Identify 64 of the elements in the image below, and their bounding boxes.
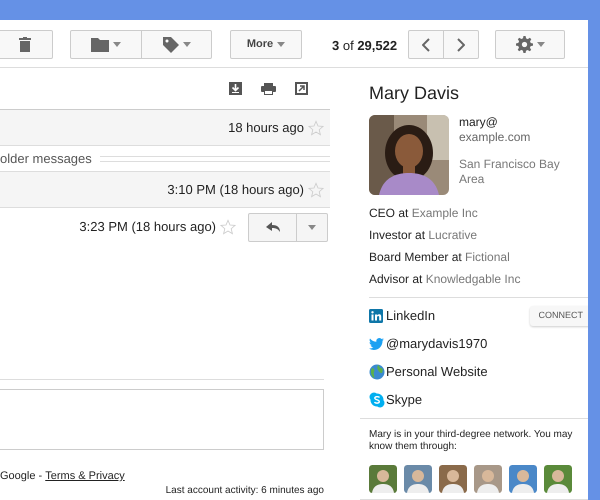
download-icon bbox=[229, 82, 242, 95]
message-header[interactable]: 18 hours ago bbox=[0, 110, 330, 146]
globe-icon bbox=[369, 364, 385, 380]
new-window-icon bbox=[295, 82, 308, 95]
avatar[interactable] bbox=[369, 465, 397, 493]
avatar[interactable] bbox=[439, 465, 467, 493]
organization-link[interactable]: Knowledgable Inc bbox=[426, 272, 520, 286]
avatar[interactable] bbox=[404, 465, 432, 493]
organization-link[interactable]: Fictional bbox=[465, 250, 510, 264]
older-messages-link[interactable]: older messages bbox=[0, 148, 92, 168]
settings-button[interactable] bbox=[495, 30, 565, 59]
avatar[interactable] bbox=[474, 465, 502, 493]
profile-link[interactable]: Skype bbox=[386, 390, 588, 410]
role-text: Advisor at Knowledgable Inc bbox=[369, 271, 522, 287]
linkedin-icon bbox=[369, 309, 383, 323]
skype-icon bbox=[369, 392, 385, 408]
message-time: 18 hours ago bbox=[228, 118, 304, 137]
caret-icon bbox=[113, 42, 121, 47]
avatar[interactable] bbox=[509, 465, 537, 493]
caret-icon bbox=[277, 42, 286, 47]
folder-icon bbox=[91, 38, 109, 52]
reply-button[interactable] bbox=[248, 212, 297, 242]
terms-link[interactable]: Terms & Privacy bbox=[45, 468, 125, 484]
print-icon bbox=[261, 82, 276, 94]
organization-link[interactable]: Example Inc bbox=[412, 206, 478, 220]
message-header[interactable]: 3:10 PM (18 hours ago) bbox=[0, 172, 330, 208]
caret-icon bbox=[536, 42, 544, 47]
caret-icon bbox=[182, 42, 190, 47]
more-options-button[interactable] bbox=[297, 212, 328, 242]
more-button[interactable]: More bbox=[230, 30, 302, 59]
reply-icon bbox=[266, 222, 280, 232]
trash-icon bbox=[18, 37, 30, 52]
avatar[interactable] bbox=[544, 465, 572, 493]
profile-link[interactable]: Personal Website bbox=[386, 362, 588, 382]
star-icon[interactable] bbox=[308, 182, 324, 198]
email-domain: example.com bbox=[459, 130, 532, 145]
account-activity-text: Last account activity: 6 minutes ago bbox=[166, 484, 324, 496]
chevron-right-icon bbox=[457, 38, 465, 52]
bird-icon bbox=[369, 338, 384, 350]
organization-link[interactable]: Lucrative bbox=[428, 228, 478, 242]
star-icon[interactable] bbox=[220, 219, 236, 235]
next-button[interactable] bbox=[444, 30, 479, 59]
label-button[interactable] bbox=[142, 30, 212, 59]
role-text: Board Member at Fictional bbox=[369, 249, 511, 265]
move-button[interactable] bbox=[70, 30, 142, 59]
footer-text: Google - bbox=[0, 469, 44, 484]
profile-link[interactable]: @marydavis1970 bbox=[386, 334, 588, 354]
chevron-left-icon bbox=[422, 38, 430, 52]
star-icon[interactable] bbox=[308, 120, 324, 136]
profile-link[interactable]: LinkedIn bbox=[386, 306, 530, 326]
contact-name: Mary Davis bbox=[369, 82, 460, 105]
message-time: 3:10 PM (18 hours ago) bbox=[167, 180, 304, 199]
tag-icon bbox=[162, 36, 178, 52]
pager-text: 3 of 29,522 bbox=[332, 37, 398, 55]
message-time: 3:23 PM (18 hours ago) bbox=[79, 218, 216, 236]
role-text: CEO at Example Inc bbox=[369, 205, 479, 221]
delete-button[interactable] bbox=[0, 30, 53, 59]
caret-icon bbox=[308, 224, 316, 230]
email-user: mary@ bbox=[459, 115, 499, 130]
role-text: Investor at Lucrative bbox=[369, 227, 478, 243]
settings-icon bbox=[516, 36, 532, 53]
network-note: Mary is in your third-degree network. You may know them through: bbox=[369, 429, 574, 453]
previous-button[interactable] bbox=[408, 30, 444, 59]
location-text: San Francisco Bay Area bbox=[459, 157, 561, 187]
